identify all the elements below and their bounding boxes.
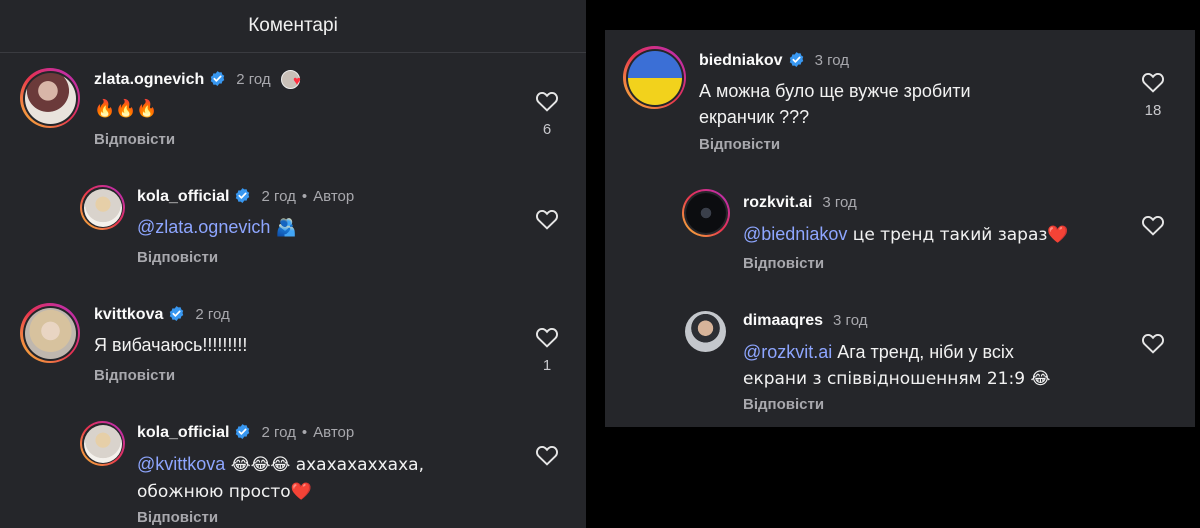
like-count: 6 (542, 121, 552, 138)
like-heart-icon[interactable] (1141, 332, 1165, 354)
comment-text: @biedniakov це тренд такий зараз❤️ (743, 224, 1069, 245)
comment-text: @rozkvit.ai Ага тренд, ніби у всіх екран… (743, 342, 1051, 389)
reply-button[interactable]: Відповісти (743, 255, 824, 272)
verified-badge-icon (234, 423, 251, 440)
comment-text: А можна було ще вужче зробити екранчик ?… (699, 81, 971, 127)
panel-title: Коментарі (0, 0, 586, 53)
verified-badge-icon (209, 70, 226, 87)
avatar[interactable] (20, 303, 80, 363)
mention-link[interactable]: @biedniakov (743, 224, 847, 244)
like-heart-icon[interactable] (535, 208, 559, 230)
avatar[interactable] (623, 46, 686, 109)
like-heart-icon[interactable] (535, 326, 559, 348)
like-heart-icon[interactable] (535, 444, 559, 466)
reply-button[interactable]: Відповісти (137, 509, 218, 526)
comment-username[interactable]: zlata.ognevich 2 год ♥ (94, 70, 303, 89)
comment-username[interactable]: dimaaqres 3 год (743, 312, 867, 330)
comment-username[interactable]: rozkvit.ai 3 год (743, 194, 857, 212)
comments-panel-left: Коментарі zlata.ognevich 2 год ♥ 🔥🔥🔥 Відп… (0, 0, 586, 528)
verified-badge-icon (234, 187, 251, 204)
comment-text: @zlata.ognevich 🫂 (137, 217, 297, 238)
mention-link[interactable]: @zlata.ognevich (137, 217, 270, 237)
mention-link[interactable]: @kvittkova (137, 454, 225, 474)
verified-badge-icon (168, 305, 185, 322)
avatar[interactable] (682, 189, 730, 237)
like-count: 1 (542, 357, 552, 374)
mention-link[interactable]: @rozkvit.ai (743, 342, 832, 362)
reply-button[interactable]: Відповісти (137, 249, 218, 266)
like-count: 18 (1144, 102, 1162, 119)
comment-text: Я вибачаюсь!!!!!!!!! (94, 335, 248, 355)
reply-button[interactable]: Відповісти (94, 367, 175, 384)
avatar[interactable] (685, 311, 726, 352)
comments-panel-right: biedniakov 3 год А можна було ще вужче зр… (605, 30, 1195, 427)
verified-badge-icon (788, 51, 805, 68)
comment-username[interactable]: kola_official 2 год • Автор (137, 423, 354, 442)
reply-button[interactable]: Відповісти (743, 396, 824, 413)
avatar[interactable] (80, 421, 125, 466)
comment-username[interactable]: kvittkova 2 год (94, 305, 230, 324)
like-heart-icon[interactable] (1141, 214, 1165, 236)
like-heart-icon[interactable] (1141, 71, 1165, 93)
avatar[interactable] (80, 185, 125, 230)
reply-button[interactable]: Відповісти (94, 131, 175, 148)
avatar[interactable] (20, 68, 80, 128)
liked-by-author-icon: ♥ (281, 70, 303, 89)
comment-username[interactable]: kola_official 2 год • Автор (137, 187, 354, 206)
comment-text: @kvittkova 😂😂😂 ахахахаххаха, обожнюю про… (137, 454, 424, 502)
comment-username[interactable]: biedniakov 3 год (699, 51, 849, 70)
comment-text: 🔥🔥🔥 (94, 99, 158, 119)
reply-button[interactable]: Відповісти (699, 136, 780, 153)
like-heart-icon[interactable] (535, 90, 559, 112)
